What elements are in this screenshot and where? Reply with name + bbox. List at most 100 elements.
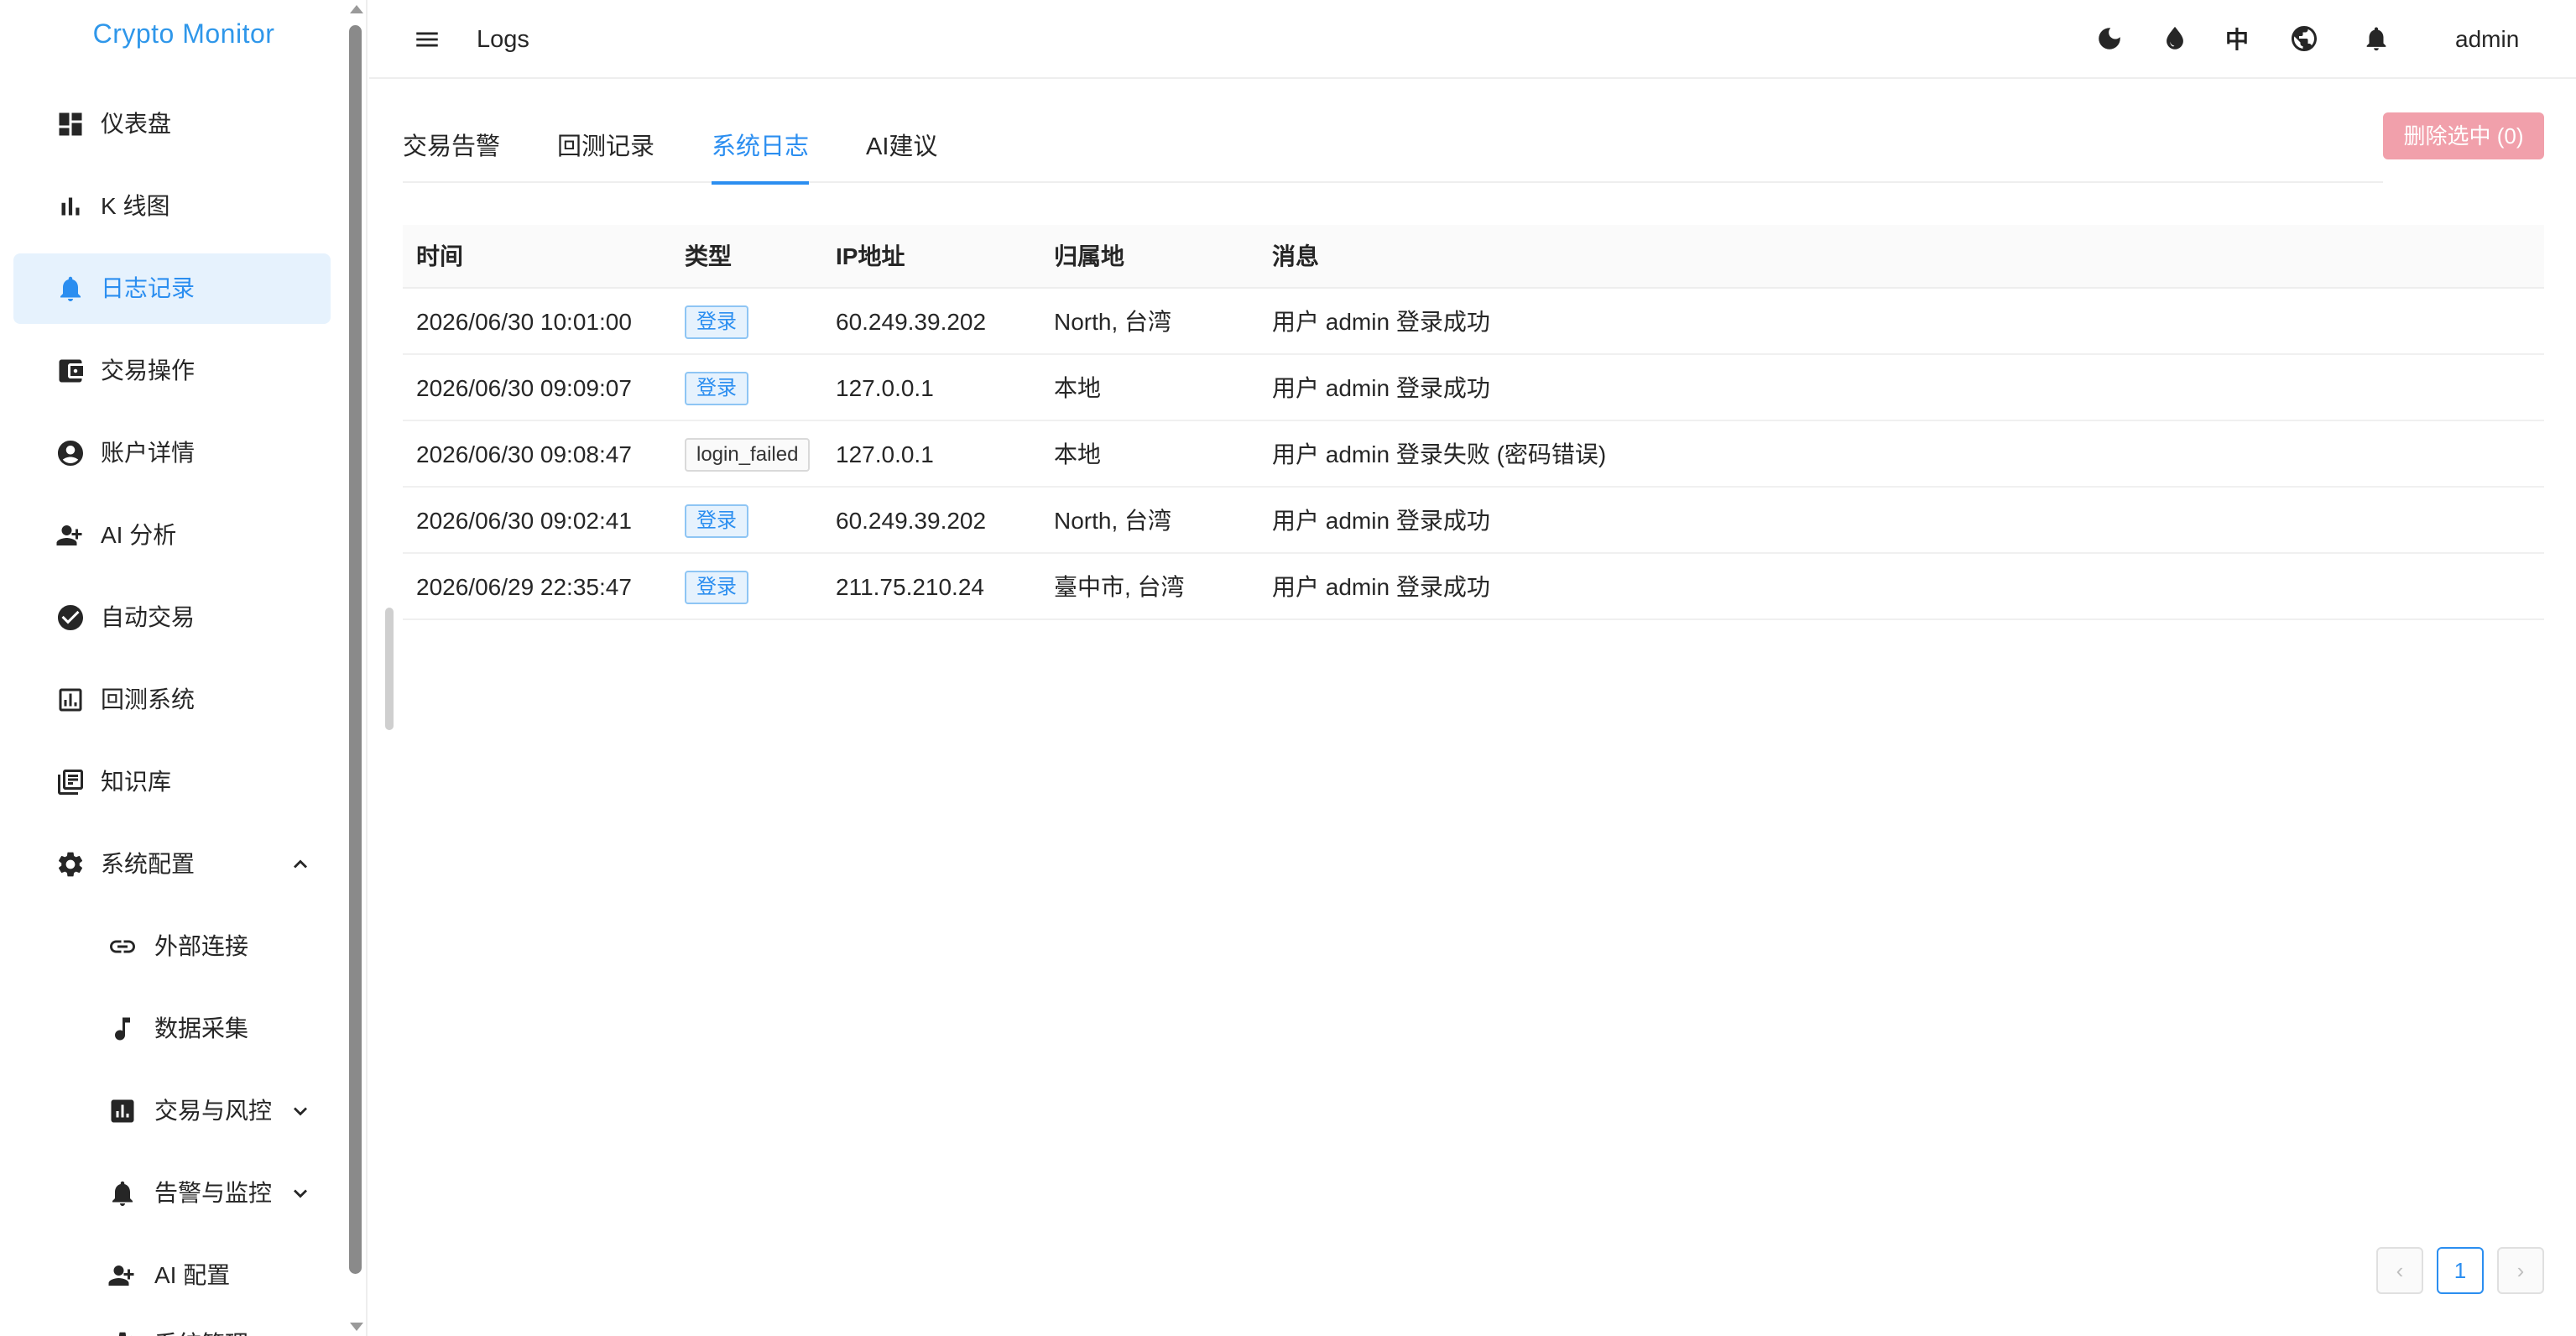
cell-message: 用户 admin 登录成功 xyxy=(1272,574,1490,600)
tab-ai-suggestions[interactable]: AI建议 xyxy=(866,117,937,183)
dashboard-icon xyxy=(59,112,82,136)
type-tag: 登录 xyxy=(685,571,748,604)
cell-time: 2026/06/30 09:09:07 xyxy=(416,375,632,401)
gear-icon xyxy=(58,852,83,877)
column-header-message[interactable]: 消息 xyxy=(1272,225,1319,289)
log-tabs: 交易告警 回测记录 系统日志 AI建议 xyxy=(403,117,2383,185)
sidebar-item-ai-config[interactable]: AI 配置 xyxy=(13,1240,331,1311)
sidebar-item-external-connections[interactable]: 外部连接 xyxy=(13,911,331,982)
sidebar-item-label: 交易操作 xyxy=(101,357,196,384)
notifications-button[interactable] xyxy=(2360,22,2393,55)
sidebar-item-trading[interactable]: 交易操作 xyxy=(13,336,331,406)
sidebar-item-label: 回测系统 xyxy=(101,686,196,712)
sidebar-item-system-admin[interactable]: 系统管理 xyxy=(13,1309,331,1336)
sidebar-item-system-config[interactable]: 系统配置 xyxy=(13,829,331,900)
table-row[interactable]: 2026/06/30 09:09:07 登录 127.0.0.1 本地 用户 a… xyxy=(403,355,2544,421)
column-header-location[interactable]: 归属地 xyxy=(1054,225,1124,289)
bell-icon xyxy=(112,1181,133,1206)
sidebar-item-label: 系统管理 xyxy=(154,1309,248,1336)
sidebar-item-trading-risk[interactable]: 交易与风控 xyxy=(13,1076,331,1146)
tab-backtest-records[interactable]: 回测记录 xyxy=(557,117,654,183)
cell-time: 2026/06/29 22:35:47 xyxy=(416,574,632,600)
bar-chart-icon xyxy=(61,197,80,216)
sidebar-item-knowledge[interactable]: 知识库 xyxy=(13,747,331,817)
cell-ip: 127.0.0.1 xyxy=(836,375,934,401)
cell-ip: 127.0.0.1 xyxy=(836,441,934,467)
column-header-ip[interactable]: IP地址 xyxy=(836,225,905,289)
table-row[interactable]: 2026/06/30 09:08:47 login_failed 127.0.0… xyxy=(403,421,2544,488)
pagination-prev-button[interactable]: ‹ xyxy=(2376,1247,2423,1294)
cell-location: North, 台湾 xyxy=(1054,508,1172,534)
theme-color-toggle[interactable] xyxy=(2158,22,2192,55)
cell-time: 2026/06/30 10:01:00 xyxy=(416,309,632,335)
sidebar-item-alerts-monitoring[interactable]: 告警与监控 xyxy=(13,1158,331,1229)
music-note-icon xyxy=(115,1017,130,1041)
pagination-next-button[interactable]: › xyxy=(2497,1247,2544,1294)
library-books-icon xyxy=(58,770,83,795)
check-circle-icon xyxy=(58,605,83,630)
cell-message: 用户 admin 登录成功 xyxy=(1272,375,1490,401)
main-scroll-thumb[interactable] xyxy=(385,608,394,730)
column-header-time[interactable]: 时间 xyxy=(416,225,463,289)
cell-location: North, 台湾 xyxy=(1054,309,1172,335)
wallet-icon xyxy=(59,359,83,383)
tab-trade-alerts[interactable]: 交易告警 xyxy=(403,117,500,183)
top-header: Logs 中 admin xyxy=(369,0,2576,79)
sidebar-item-dashboard[interactable]: 仪表盘 xyxy=(13,89,331,159)
chevron-down-icon xyxy=(294,1189,307,1198)
tab-system-logs[interactable]: 系统日志 xyxy=(712,117,810,185)
sidebar-item-ai-analysis[interactable]: AI 分析 xyxy=(13,500,331,571)
sidebar-item-backtest[interactable]: 回测系统 xyxy=(13,665,331,735)
type-tag: login_failed xyxy=(685,438,811,472)
sidebar-item-label: 数据采集 xyxy=(154,1015,249,1041)
person-add-icon xyxy=(56,525,82,545)
cell-message: 用户 admin 登录成功 xyxy=(1272,309,1490,335)
table-header: 时间 类型 IP地址 归属地 消息 xyxy=(403,225,2544,289)
sidebar-item-label: 系统配置 xyxy=(101,851,196,877)
sidebar-scrollbar[interactable] xyxy=(347,0,366,1336)
region-toggle[interactable] xyxy=(2287,22,2321,55)
link-icon xyxy=(110,940,135,953)
table-row[interactable]: 2026/06/29 22:35:47 登录 211.75.210.24 臺中市… xyxy=(403,554,2544,620)
chevron-down-icon xyxy=(294,1107,307,1116)
sidebar-item-label: AI 分析 xyxy=(101,522,177,548)
cell-location: 本地 xyxy=(1054,375,1102,401)
brand-logo[interactable]: Crypto Monitor xyxy=(0,18,366,50)
sidebar-item-label: 交易与风控 xyxy=(154,1098,273,1124)
moon-icon xyxy=(2099,28,2120,50)
menu-toggle-icon[interactable] xyxy=(413,25,441,54)
table-row[interactable]: 2026/06/30 10:01:00 登录 60.249.39.202 Nor… xyxy=(403,289,2544,355)
chevron-up-icon xyxy=(294,859,307,869)
analytics-icon xyxy=(59,688,82,712)
sidebar-item-label: 日志记录 xyxy=(101,275,196,301)
gear-icon xyxy=(113,1332,132,1336)
color-drop-icon xyxy=(2167,26,2183,50)
sidebar-item-kline[interactable]: K 线图 xyxy=(13,171,331,242)
type-tag: 登录 xyxy=(685,305,748,339)
cell-message: 用户 admin 登录失败 (密码错误) xyxy=(1272,441,1607,467)
account-circle-icon xyxy=(58,441,83,466)
cell-ip: 60.249.39.202 xyxy=(836,508,987,534)
sidebar-item-logs[interactable]: 日志记录 xyxy=(13,253,331,324)
dark-mode-toggle[interactable] xyxy=(2093,22,2126,55)
bell-icon xyxy=(60,276,81,301)
sidebar-item-label: 告警与监控 xyxy=(154,1180,273,1206)
scroll-up-arrow[interactable] xyxy=(350,5,363,13)
globe-icon xyxy=(2292,26,2317,51)
delete-selected-button[interactable]: 删除选中 (0) xyxy=(2383,112,2544,159)
language-label: 中 xyxy=(2224,27,2249,53)
cell-time: 2026/06/30 09:02:41 xyxy=(416,508,632,534)
cell-message: 用户 admin 登录成功 xyxy=(1272,508,1490,534)
table-row[interactable]: 2026/06/30 09:02:41 登录 60.249.39.202 Nor… xyxy=(403,488,2544,554)
sidebar-item-data-collection[interactable]: 数据采集 xyxy=(13,994,331,1064)
cell-ip: 211.75.210.24 xyxy=(836,574,984,600)
sidebar-scroll-thumb[interactable] xyxy=(349,25,362,1274)
user-menu[interactable]: admin xyxy=(2455,0,2519,79)
sidebar-item-auto-trading[interactable]: 自动交易 xyxy=(13,582,331,653)
sidebar-item-label: 仪表盘 xyxy=(101,111,172,137)
pagination-page-button[interactable]: 1 xyxy=(2437,1247,2484,1294)
sidebar-item-account[interactable]: 账户详情 xyxy=(13,418,331,488)
scroll-down-arrow[interactable] xyxy=(350,1323,363,1331)
column-header-type[interactable]: 类型 xyxy=(685,225,732,289)
language-toggle[interactable]: 中 xyxy=(2220,22,2254,55)
